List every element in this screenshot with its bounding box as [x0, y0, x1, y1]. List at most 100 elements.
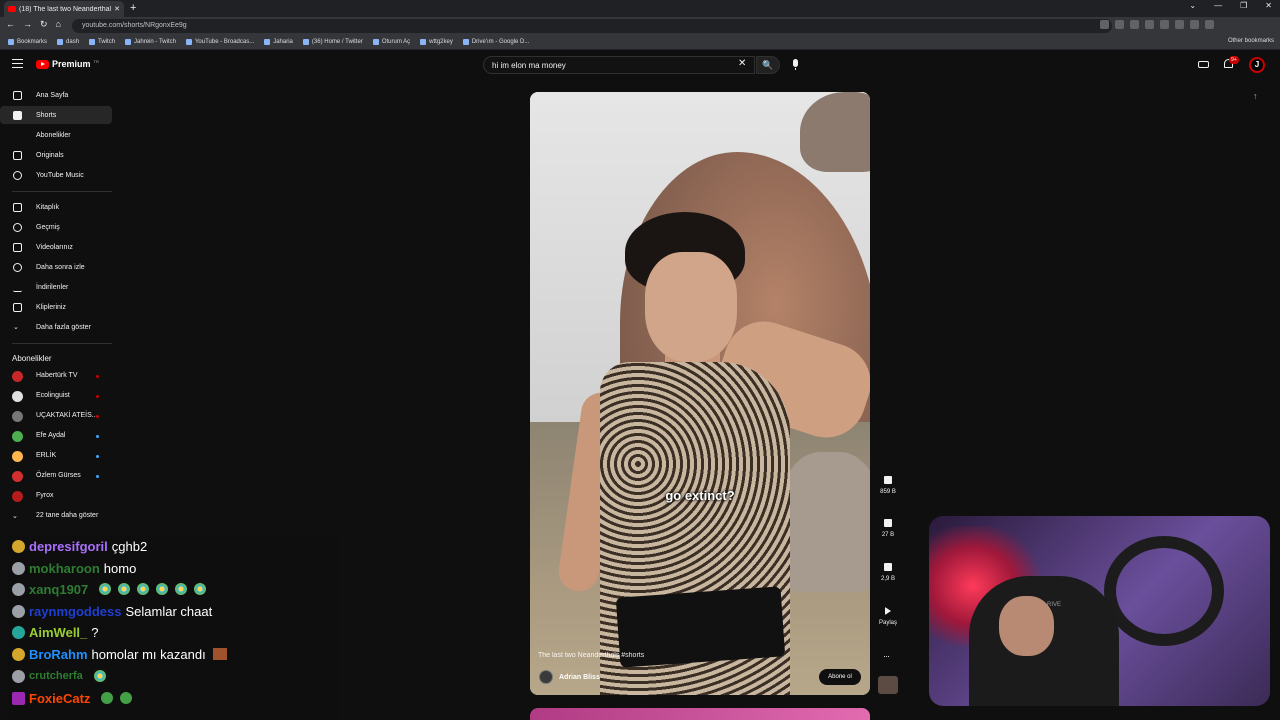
sidebar-item-music[interactable]: YouTube Music — [0, 166, 112, 184]
bookmark-item[interactable]: Drive'ım - Google D... — [462, 39, 529, 45]
sidebar-item-show-more[interactable]: ⌄ Daha fazla göster — [0, 318, 112, 336]
chair-logo-text: RIVE — [1047, 602, 1062, 608]
emote-icon — [194, 583, 207, 595]
sidebar-item-watch-later[interactable]: Daha sonra izle — [0, 258, 112, 276]
menu-icon[interactable] — [12, 59, 23, 68]
subscriptions-heading: Abonelikler — [12, 354, 52, 363]
minimize-button[interactable]: — — [1214, 1, 1222, 10]
avatar[interactable]: J — [1249, 57, 1265, 73]
chat-badge — [12, 691, 25, 705]
arrow-up-icon[interactable]: ↑ — [1253, 91, 1258, 101]
other-bookmarks[interactable]: Other bookmarks — [1228, 38, 1274, 44]
chat-badge — [12, 647, 25, 661]
sidebar-item-subscriptions[interactable]: Abonelikler — [0, 126, 112, 144]
subscription-item[interactable]: UÇAKTAKİ ATEİS... — [0, 407, 112, 425]
next-short-preview[interactable] — [530, 708, 870, 720]
emote-icon — [212, 648, 227, 660]
bookmark-item[interactable]: (36) Home / Twitter — [302, 39, 363, 45]
thumbs-up-icon — [884, 476, 892, 484]
avatar — [12, 431, 23, 442]
chat-message: depresifgoril çghb2 — [12, 536, 147, 556]
url-field[interactable]: youtube.com/shorts/NRgonxEe9g — [72, 19, 1112, 33]
video-rock — [780, 452, 870, 592]
youtube-logo[interactable]: Premium TR — [36, 59, 99, 69]
webcam-wall-emblem — [1104, 536, 1224, 646]
home-button[interactable]: ⌂ — [56, 19, 61, 30]
search-input[interactable]: hi im elon ma money — [483, 56, 755, 74]
sidebar-item-clips[interactable]: Klipleriniz — [0, 298, 112, 316]
chat-message: raynmgoddess Selamlar chaat — [12, 601, 212, 621]
extension-icon[interactable] — [1130, 20, 1139, 29]
back-button[interactable]: ← — [6, 19, 15, 30]
channel-name[interactable]: Adrian Bliss — [559, 674, 600, 681]
emote-icon — [156, 583, 169, 595]
bookmark-item[interactable]: YouTube - Broadcas... — [185, 39, 254, 45]
share-button[interactable]: Paylaş — [878, 607, 898, 626]
sidebar-item-downloads[interactable]: İndirilenler — [0, 278, 112, 296]
profile-icon[interactable] — [1205, 20, 1214, 29]
bookmark-item[interactable]: Bookmarks — [8, 39, 47, 45]
maximize-button[interactable]: ❐ — [1240, 1, 1247, 10]
bookmark-icon — [57, 39, 64, 45]
watch-later-icon — [13, 262, 22, 272]
clips-icon — [13, 302, 22, 312]
mic-icon[interactable] — [793, 59, 798, 70]
new-tab-button[interactable]: + — [130, 2, 136, 14]
forward-button[interactable]: → — [23, 19, 32, 30]
sidebar-item-shorts[interactable]: Shorts — [0, 106, 112, 124]
subscription-item[interactable]: ERLİK — [0, 447, 112, 465]
sidebar-item-history[interactable]: Geçmiş — [0, 218, 112, 236]
create-video-icon[interactable] — [1198, 61, 1209, 68]
close-window-button[interactable]: ✕ — [1265, 1, 1272, 10]
emote-icon — [120, 692, 133, 704]
shorts-video-player[interactable]: go extinct? The last two Neanderthals #s… — [530, 92, 870, 695]
bookmark-item[interactable]: wttg2key — [420, 39, 453, 45]
extension-icon[interactable] — [1145, 20, 1154, 29]
subscription-item[interactable]: Ecolinguist — [0, 387, 112, 405]
extension-icon[interactable] — [1115, 20, 1124, 29]
extension-icon[interactable] — [1190, 20, 1199, 29]
sidebar-item-your-videos[interactable]: Videolarınız — [0, 238, 112, 256]
bookmark-icon — [372, 39, 379, 45]
bookmark-item[interactable]: Jaharia — [264, 39, 293, 45]
reload-button[interactable]: ↻ — [40, 19, 48, 30]
search-clear-icon[interactable]: ✕ — [738, 58, 746, 69]
extension-icon[interactable] — [1100, 20, 1109, 29]
emote-icon — [118, 583, 131, 595]
tab-close-icon[interactable]: ✕ — [114, 5, 120, 13]
sidebar-item-home[interactable]: Ana Sayfa — [0, 86, 112, 104]
search-button[interactable]: 🔍 — [756, 56, 780, 74]
extension-icon[interactable] — [1175, 20, 1184, 29]
sidebar-divider — [12, 191, 112, 192]
subscribe-button[interactable]: Abone ol — [819, 669, 861, 685]
emote-icon — [99, 583, 112, 595]
like-button[interactable]: 859 B — [878, 476, 898, 495]
bookmark-item[interactable]: Oturum Aç — [372, 39, 410, 45]
browser-tab[interactable]: (18) The last two Neanderthals ✕ — [4, 1, 124, 17]
avatar — [12, 471, 23, 482]
twitter-icon — [302, 39, 309, 45]
dislike-button[interactable]: 27 B — [878, 519, 898, 538]
chat-message: mokharoon homo — [12, 558, 136, 578]
extension-icon[interactable] — [1160, 20, 1169, 29]
bookmark-item[interactable]: Twitch — [89, 39, 115, 45]
subscription-item[interactable]: Efe Aydal — [0, 427, 112, 445]
sidebar-item-library[interactable]: Kitaplık — [0, 198, 112, 216]
subscription-item[interactable]: Özlem Gürses — [0, 467, 112, 485]
bookmark-item[interactable]: Jahrein - Twitch — [125, 39, 176, 45]
tab-search-button[interactable]: ⌄ — [1189, 1, 1196, 10]
more-icon[interactable]: ··· — [883, 651, 890, 661]
show-more-subscriptions[interactable]: ⌄ 22 tane daha göster — [0, 507, 112, 525]
comments-button[interactable]: 2,9 B — [878, 563, 898, 582]
sidebar-item-originals[interactable]: Originals — [0, 146, 112, 164]
new-content-dot — [96, 435, 99, 438]
nav-buttons: ← → ↻ ⌂ — [6, 19, 61, 30]
bookmark-icon — [8, 39, 14, 45]
chat-message: crutcherfa — [12, 666, 106, 686]
channel-avatar[interactable] — [539, 670, 553, 684]
subscription-item[interactable]: Habertürk TV — [0, 367, 112, 385]
subscription-item[interactable]: Fyrox — [0, 487, 112, 505]
video-title[interactable]: The last two Neanderthals #shorts — [538, 652, 644, 659]
bookmark-item[interactable]: dash — [57, 39, 79, 45]
sound-avatar[interactable] — [878, 676, 898, 694]
